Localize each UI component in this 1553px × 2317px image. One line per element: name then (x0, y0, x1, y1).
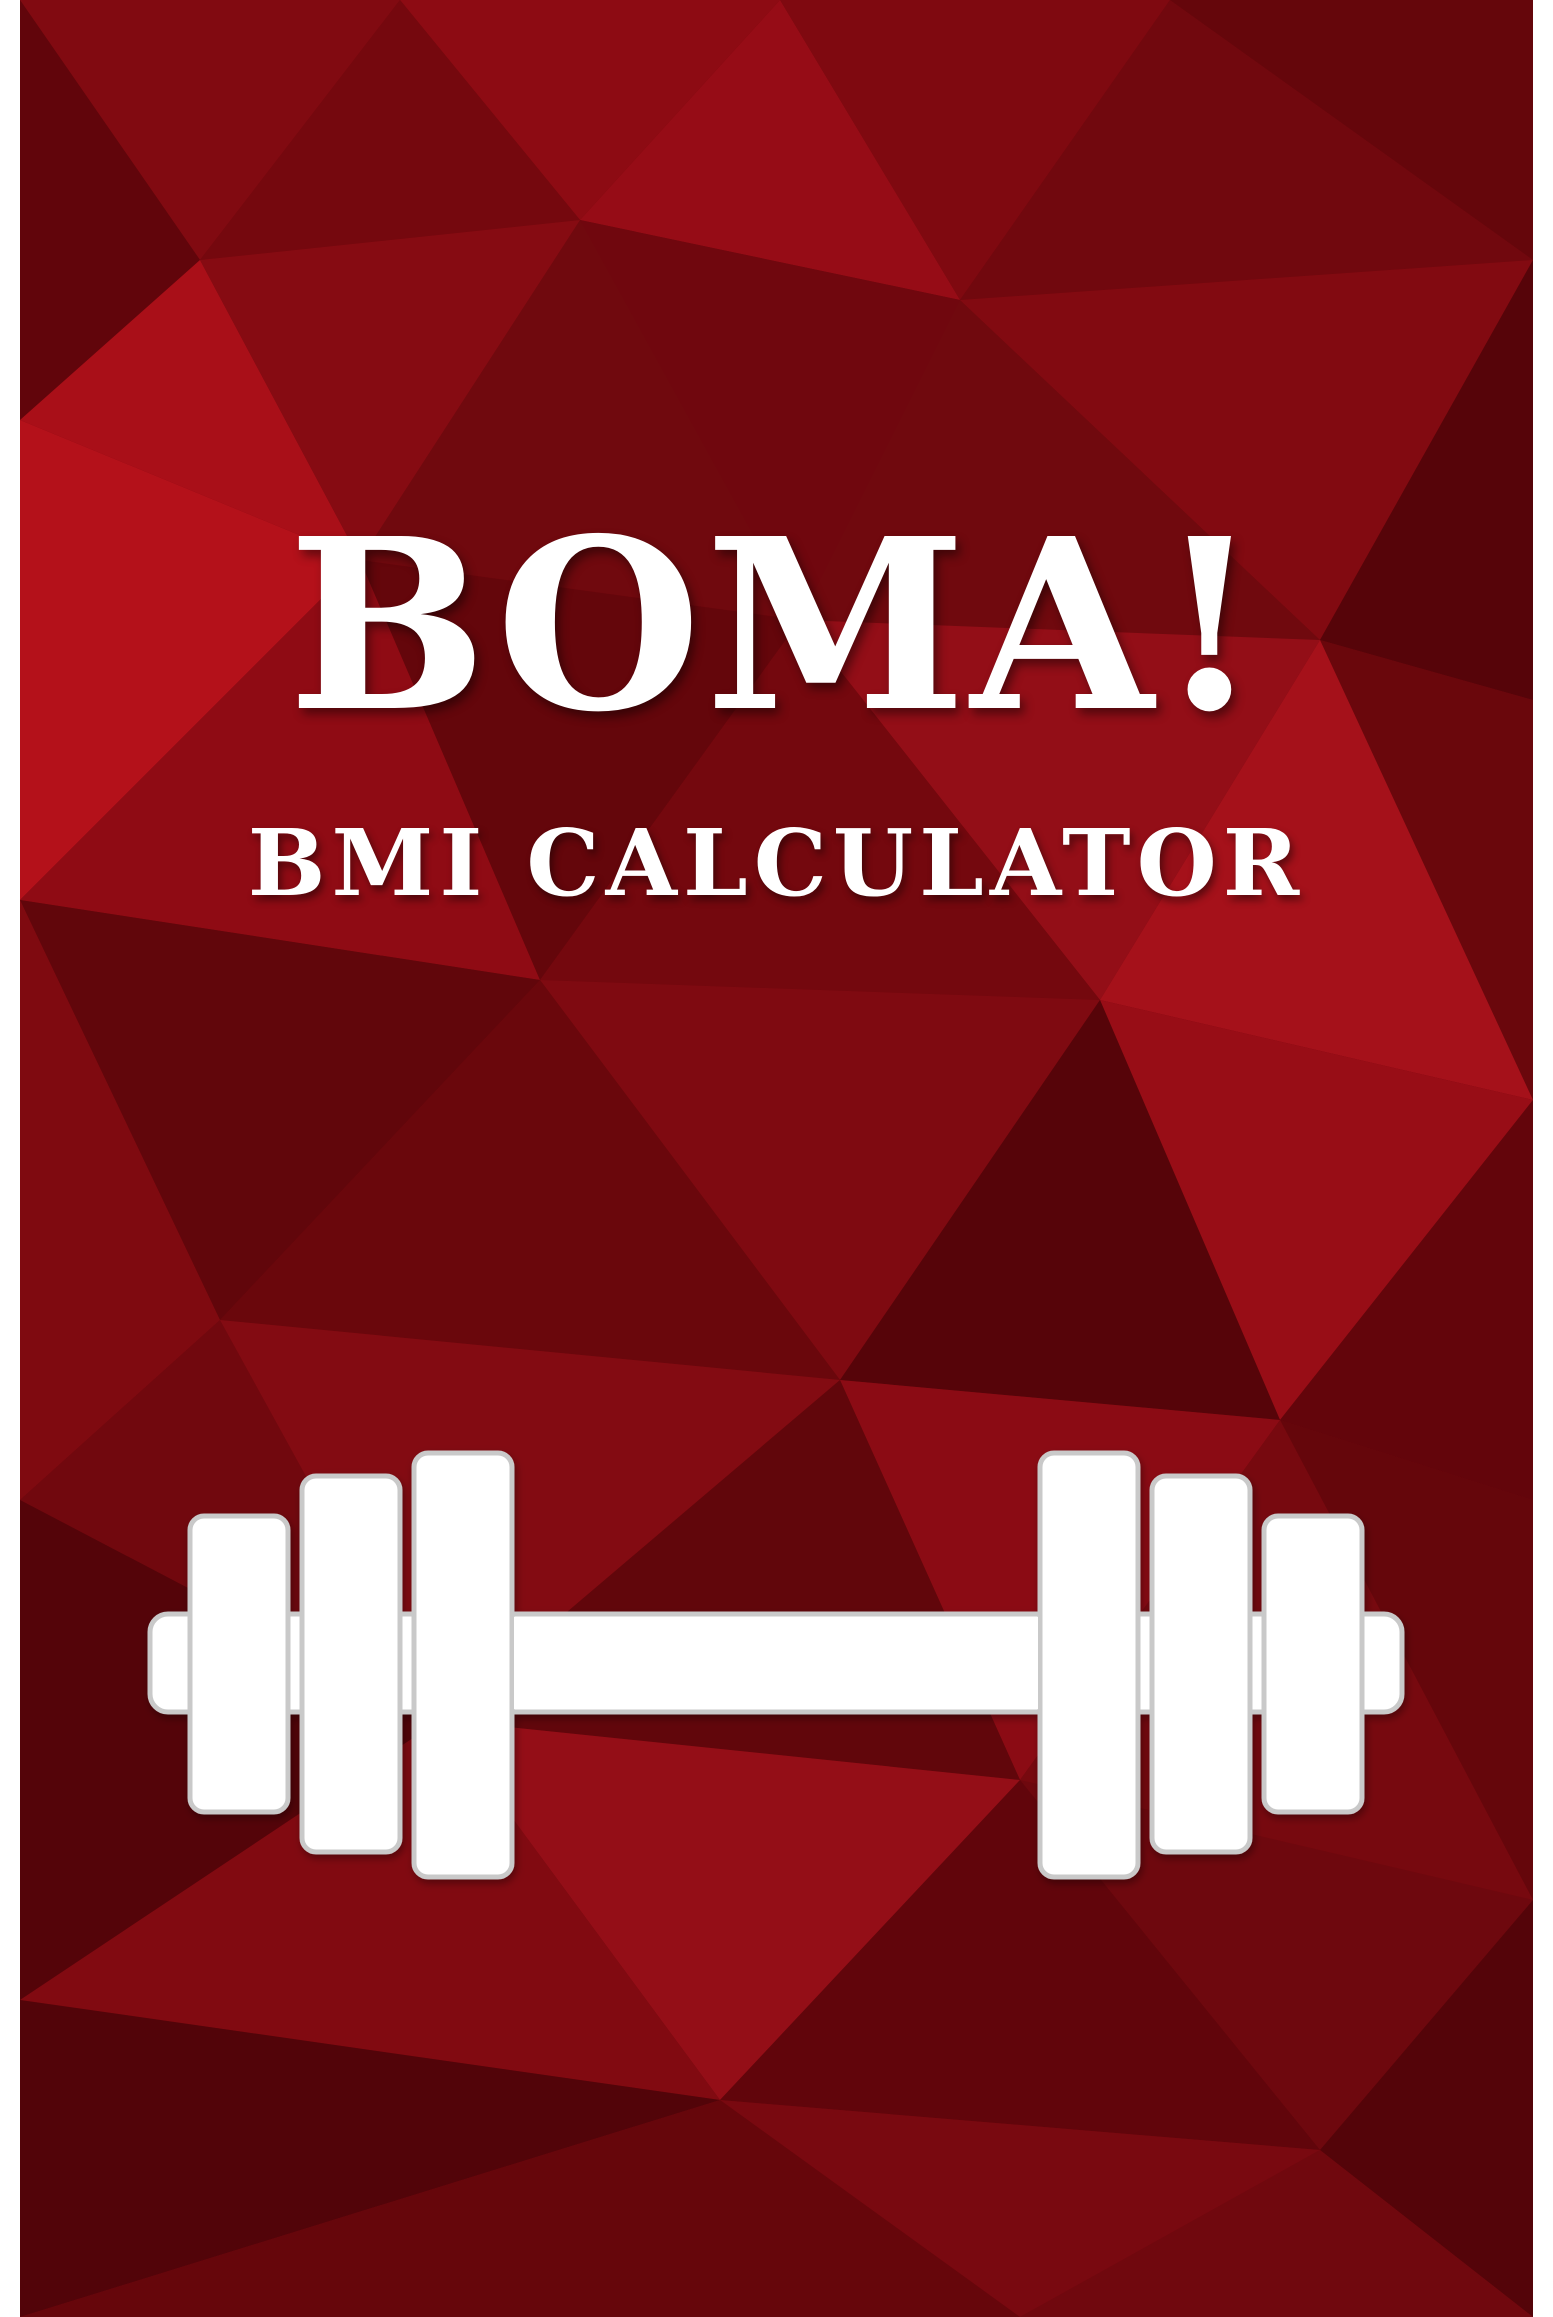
splash-screen: BOMA! BMI CALCULATOR (20, 0, 1533, 2317)
dumbbell-icon (147, 1450, 1405, 1880)
